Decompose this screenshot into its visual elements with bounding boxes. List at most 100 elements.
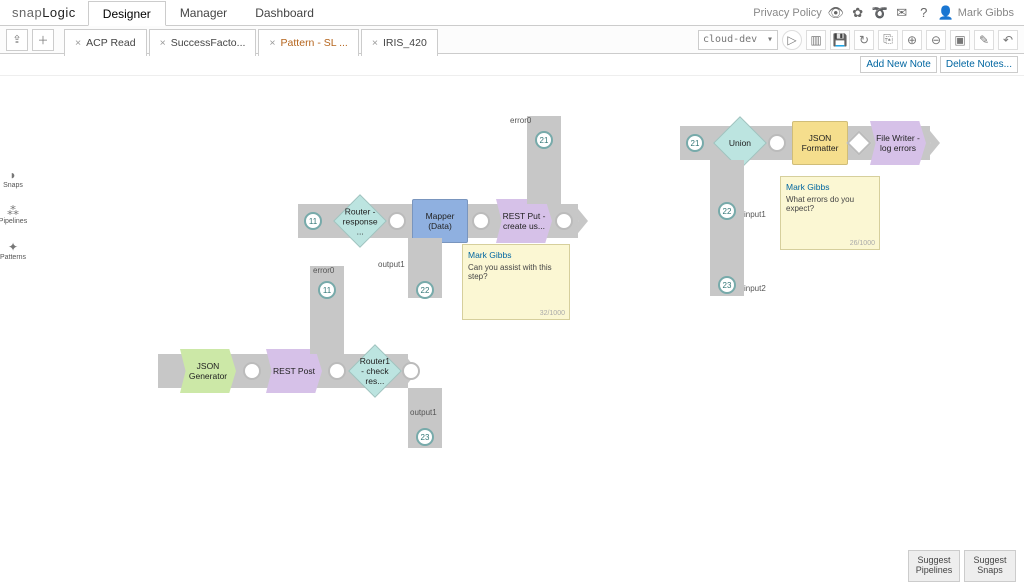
user-name: Mark Gibbs: [958, 7, 1014, 19]
activity-icon[interactable]: ➰: [872, 5, 888, 21]
port[interactable]: [768, 134, 786, 152]
history-button[interactable]: ↻: [854, 30, 874, 50]
upload-button[interactable]: ⇪: [6, 29, 28, 51]
zoom-out-button[interactable]: ⊖: [926, 30, 946, 50]
tab-label: IRIS_420: [383, 37, 427, 49]
chevron-down-icon: ▾: [767, 34, 773, 45]
snap-label: JSON Formatter: [796, 133, 844, 153]
copy-button[interactable]: ⎘: [878, 30, 898, 50]
close-icon[interactable]: ×: [75, 37, 81, 49]
snaplex-value: cloud-dev: [703, 34, 757, 45]
connector: [310, 266, 344, 354]
nav-designer[interactable]: Designer: [88, 1, 166, 26]
label-error0: error0: [510, 116, 531, 125]
logo-part1: snap: [12, 5, 42, 20]
tab-label: Pattern - SL ...: [281, 37, 348, 49]
suggest-pipelines-button[interactable]: Suggest Pipelines: [908, 550, 960, 582]
snap-label: JSON Generator: [183, 361, 233, 381]
nav-manager[interactable]: Manager: [166, 0, 241, 25]
tab-iris-420[interactable]: × IRIS_420: [361, 29, 438, 56]
close-icon[interactable]: ×: [269, 37, 275, 49]
close-icon[interactable]: ×: [160, 37, 166, 49]
tab-successfactors[interactable]: × SuccessFacto...: [149, 29, 257, 56]
snap-mapper[interactable]: Mapper (Data): [412, 199, 468, 243]
port-number: 23: [421, 433, 430, 442]
mail-icon[interactable]: ✉: [894, 5, 910, 21]
label-output1: output1: [410, 408, 437, 417]
new-button[interactable]: ＋: [32, 29, 54, 51]
edit-button[interactable]: ✎: [974, 30, 994, 50]
note-count: 32/1000: [540, 310, 565, 317]
snap-file-writer[interactable]: File Writer - log errors: [870, 121, 926, 165]
snap-label: Router - response ...: [343, 206, 378, 237]
note-count: 26/1000: [850, 240, 875, 247]
snap-json-generator[interactable]: JSON Generator: [180, 349, 236, 393]
connector: [527, 116, 561, 204]
binoculars-icon[interactable]: 👁: [828, 5, 844, 21]
snap-json-formatter[interactable]: JSON Formatter: [792, 121, 848, 165]
user-icon: 👤: [938, 5, 954, 21]
port-22[interactable]: 22: [416, 281, 434, 299]
tab-acp-read[interactable]: × ACP Read: [64, 29, 147, 56]
snap-rest-put[interactable]: REST Put - create us...: [496, 199, 552, 243]
note-body: Can you assist with this step?: [468, 263, 564, 281]
fit-button[interactable]: ▣: [950, 30, 970, 50]
port[interactable]: [243, 362, 261, 380]
port-23[interactable]: 23: [718, 276, 736, 294]
save-button[interactable]: 💾: [830, 30, 850, 50]
port[interactable]: [402, 362, 420, 380]
toolbar: ⇪ ＋ × ACP Read × SuccessFacto... × Pattern …: [0, 26, 1024, 54]
nav-dashboard[interactable]: Dashboard: [241, 0, 328, 25]
tab-pattern-sl[interactable]: × Pattern - SL ...: [258, 29, 358, 56]
logo: snapLogic: [0, 5, 88, 20]
top-right: Privacy Policy 👁 ✿ ➰ ✉ ? 👤 Mark Gibbs: [753, 5, 1024, 21]
port[interactable]: [472, 212, 490, 230]
port-number: 22: [421, 286, 430, 295]
port-21[interactable]: 21: [535, 131, 553, 149]
snap-label: Mapper (Data): [416, 211, 464, 231]
port-23[interactable]: 23: [416, 428, 434, 446]
note-body: What errors do you expect?: [786, 195, 874, 213]
note-author: Mark Gibbs: [468, 250, 564, 260]
sticky-note[interactable]: Mark Gibbs What errors do you expect? 26…: [780, 176, 880, 250]
validate-button[interactable]: ▥: [806, 30, 826, 50]
suggest-buttons: Suggest Pipelines Suggest Snaps: [908, 550, 1016, 582]
port-number: 21: [691, 139, 700, 148]
port-11[interactable]: 11: [304, 212, 322, 230]
sticky-note[interactable]: Mark Gibbs Can you assist with this step…: [462, 244, 570, 320]
port-number: 11: [309, 217, 317, 226]
label-input2: input2: [744, 284, 766, 293]
suggest-snaps-button[interactable]: Suggest Snaps: [964, 550, 1016, 582]
pipeline-canvas[interactable]: JSON Generator REST Post Router1 - check…: [0, 76, 1024, 588]
port[interactable]: [328, 362, 346, 380]
main-nav: Designer Manager Dashboard: [88, 0, 328, 25]
snap-router1[interactable]: Router1 - check res...: [348, 344, 402, 398]
close-icon[interactable]: ×: [372, 37, 378, 49]
port-21[interactable]: 21: [686, 134, 704, 152]
snaplex-select[interactable]: cloud-dev ▾: [698, 30, 778, 50]
privacy-link[interactable]: Privacy Policy: [753, 7, 821, 19]
undo-button[interactable]: ↶: [998, 30, 1018, 50]
snap-rest-post[interactable]: REST Post: [266, 349, 322, 393]
tab-label: ACP Read: [86, 37, 135, 49]
port-11[interactable]: 11: [318, 281, 336, 299]
port[interactable]: [555, 212, 573, 230]
port-number: 11: [323, 286, 331, 295]
zoom-in-button[interactable]: ⊕: [902, 30, 922, 50]
snap-router[interactable]: Router - response ...: [333, 194, 387, 248]
run-button[interactable]: ▷: [782, 30, 802, 50]
snap-label: File Writer - log errors: [873, 133, 923, 153]
notes-toolbar: Add New Note Delete Notes...: [0, 54, 1024, 76]
port-22[interactable]: 22: [718, 202, 736, 220]
user-menu[interactable]: 👤 Mark Gibbs: [938, 5, 1014, 21]
tab-label: SuccessFacto...: [171, 37, 246, 49]
snap-label: REST Put - create us...: [499, 211, 549, 231]
port-number: 21: [540, 136, 549, 145]
add-note-button[interactable]: Add New Note: [860, 56, 936, 73]
help-icon[interactable]: ?: [916, 5, 932, 21]
delete-notes-button[interactable]: Delete Notes...: [940, 56, 1018, 73]
label-error0: error0: [313, 266, 334, 275]
port[interactable]: [388, 212, 406, 230]
snap-label: Union: [725, 138, 755, 148]
gear-icon[interactable]: ✿: [850, 5, 866, 21]
